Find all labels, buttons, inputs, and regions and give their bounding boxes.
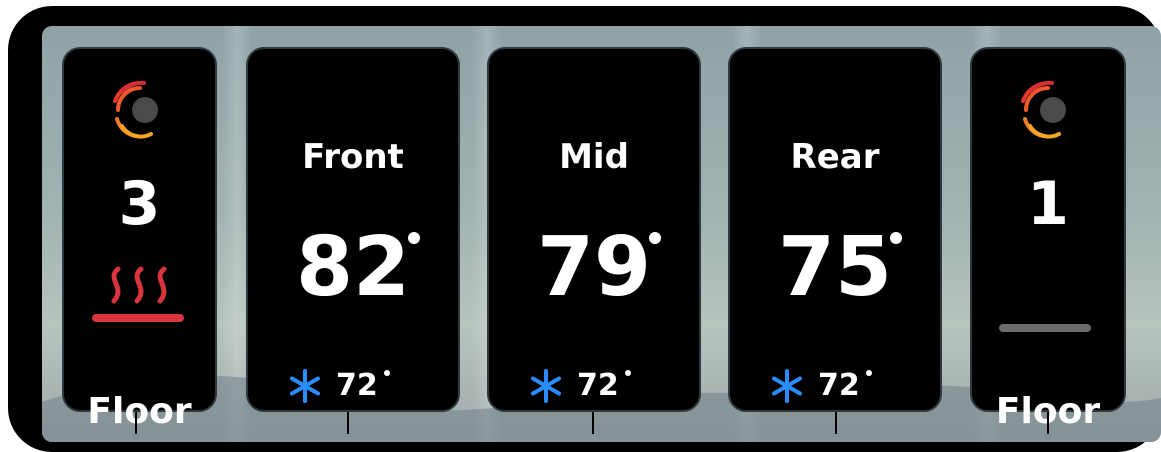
degree-symbol [649, 232, 661, 244]
degree-symbol [890, 232, 902, 244]
floor-heat-icon [92, 266, 184, 322]
degree-symbol [624, 370, 631, 376]
cooling-setpoint: 72 [529, 368, 631, 403]
zone-temperature: 75 [777, 220, 893, 315]
zone-temperature: 79 [536, 220, 652, 315]
degree-symbol [408, 232, 420, 244]
snowflake-icon [531, 368, 561, 403]
tick-mark [1047, 412, 1049, 434]
cooling-setpoint: 72 [288, 368, 390, 403]
zone-title: Front [302, 137, 404, 177]
zone-temperature: 82 [295, 220, 411, 315]
degree-symbol [865, 370, 872, 376]
setpoint-text: 72 [577, 368, 619, 403]
snowflake-icon [772, 368, 802, 403]
setpoint-value: 72 [336, 368, 390, 403]
left-floor-level: 3 [118, 169, 161, 239]
tick-mark [835, 412, 837, 434]
zone-card-front[interactable]: Front 82 72 [246, 47, 460, 412]
tick-mark [592, 412, 594, 434]
left-floor-card[interactable]: 3 Floor [62, 47, 217, 432]
radiant-heat-icon [1021, 80, 1066, 139]
degree-symbol [383, 370, 390, 376]
left-floor-label: Floor [87, 391, 192, 432]
snowflake-icon [290, 368, 320, 403]
right-floor-level: 1 [1027, 169, 1069, 239]
tick-mark [347, 412, 349, 434]
zone-card-rear[interactable]: Rear 75 72 [728, 47, 942, 412]
zone-title: Rear [790, 137, 880, 177]
radiant-heat-icon [113, 80, 158, 139]
setpoint-value: 72 [818, 368, 872, 403]
zone-title: Mid [559, 137, 629, 177]
right-floor-card[interactable]: 1 Floor [970, 47, 1126, 432]
zone-card-mid[interactable]: Mid 79 72 [487, 47, 701, 412]
setpoint-value: 72 [577, 368, 631, 403]
setpoint-text: 72 [336, 368, 378, 403]
floor-heat-inactive-bar [999, 324, 1091, 332]
cooling-setpoint: 72 [770, 368, 872, 403]
setpoint-text: 72 [818, 368, 860, 403]
tick-mark [135, 412, 137, 434]
